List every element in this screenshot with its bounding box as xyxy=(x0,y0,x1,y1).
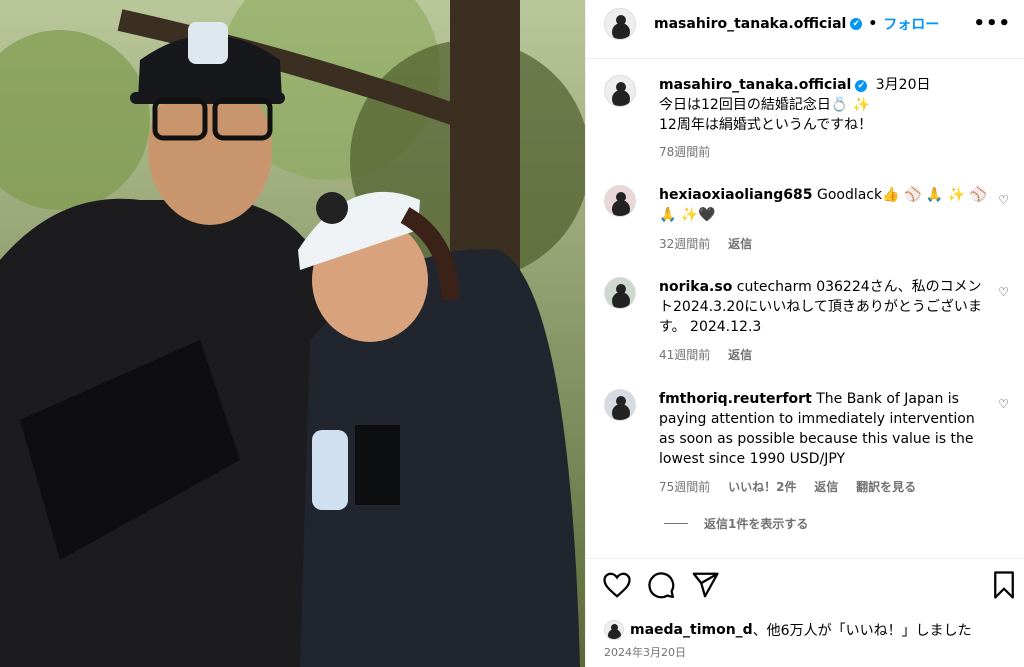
author-avatar[interactable] xyxy=(604,8,636,40)
comment-likes[interactable]: いいね！2件 xyxy=(728,480,796,494)
reply-button[interactable]: 返信 xyxy=(728,237,752,251)
more-icon[interactable]: ••• xyxy=(973,13,1011,34)
caption-line-2: 12周年は絹婚式というんですね！ xyxy=(659,117,873,133)
comments-list[interactable]: masahiro_tanaka.official ✔ 3月20日 今日は12回目の… xyxy=(586,60,1024,558)
comment-avatar[interactable] xyxy=(604,185,636,217)
comment-avatar[interactable] xyxy=(604,277,636,309)
post-date[interactable]: 2024年3月20日 xyxy=(604,644,686,660)
replies-line xyxy=(664,523,688,524)
action-bar xyxy=(586,570,1024,606)
comment-age[interactable]: 32週間前 xyxy=(659,237,710,251)
comment-avatar[interactable] xyxy=(604,389,636,421)
likes-text[interactable]: 、他6万人が「いいね！」しました xyxy=(753,620,972,640)
comment-username[interactable]: fmthoriq.reuterfort xyxy=(659,391,812,407)
caption-line-1: 今日は12回目の結婚記念日💍 ✨ xyxy=(659,97,871,113)
caption-text: masahiro_tanaka.official ✔ 3月20日 今日は12回目の… xyxy=(659,75,989,135)
comment-meta: 41週間前 返信 xyxy=(659,346,766,363)
comment-body: norika.so cutecharm 036224さん、私のコメント2024.… xyxy=(659,277,989,337)
comment-age[interactable]: 75週間前 xyxy=(659,480,710,494)
comment-icon[interactable] xyxy=(646,570,676,600)
comment-body: hexiaoxiaoliang685 Goodlack👍 ⚾ 🙏 ✨ ⚾ 🙏 ✨… xyxy=(659,185,989,225)
liker-username[interactable]: maeda_timon_d xyxy=(630,622,753,638)
verified-icon: ✔ xyxy=(855,80,868,92)
post-photo[interactable] xyxy=(0,0,585,667)
translate-button[interactable]: 翻訳を見る xyxy=(856,480,916,494)
comment-username[interactable]: norika.so xyxy=(659,279,732,295)
like-comment-icon[interactable]: ♡ xyxy=(998,193,1009,207)
caption-meta: 78週間前 xyxy=(659,143,724,160)
comment-username[interactable]: hexiaoxiaoliang685 xyxy=(659,187,813,203)
reply-button[interactable]: 返信 xyxy=(728,348,752,362)
author-username[interactable]: masahiro_tanaka.official xyxy=(654,16,846,32)
actions-divider xyxy=(586,558,1024,559)
separator-dot: • xyxy=(868,16,878,32)
post-header: masahiro_tanaka.official ✔ • フォロー ••• xyxy=(586,0,1024,48)
bookmark-icon[interactable] xyxy=(989,570,1019,600)
comment-body: fmthoriq.reuterfort The Bank of Japan is… xyxy=(659,389,989,469)
share-icon[interactable] xyxy=(690,570,720,600)
likes-summary: maeda_timon_d 、他6万人が「いいね！」しました xyxy=(604,620,972,640)
post-panel: masahiro_tanaka.official ✔ • フォロー ••• ma… xyxy=(585,0,1024,667)
caption-username[interactable]: masahiro_tanaka.official xyxy=(659,77,851,93)
caption-age[interactable]: 78週間前 xyxy=(659,145,710,159)
liker-avatar[interactable] xyxy=(604,620,624,640)
like-comment-icon[interactable]: ♡ xyxy=(998,285,1009,299)
caption-avatar[interactable] xyxy=(604,75,636,107)
verified-icon: ✔ xyxy=(850,18,863,30)
follow-button[interactable]: フォロー xyxy=(883,14,939,34)
comment-meta: 75週間前 いいね！2件 返信 翻訳を見る xyxy=(659,478,930,495)
header-divider xyxy=(586,58,1024,59)
view-replies-button[interactable]: 返信1件を表示する xyxy=(664,515,808,532)
like-comment-icon[interactable]: ♡ xyxy=(998,397,1009,411)
comment-meta: 32週間前 返信 xyxy=(659,235,766,252)
view-replies-label[interactable]: 返信1件を表示する xyxy=(704,515,808,532)
reply-button[interactable]: 返信 xyxy=(814,480,838,494)
heart-icon[interactable] xyxy=(602,570,632,600)
caption-date: 3月20日 xyxy=(875,77,931,93)
comment-age[interactable]: 41週間前 xyxy=(659,348,710,362)
